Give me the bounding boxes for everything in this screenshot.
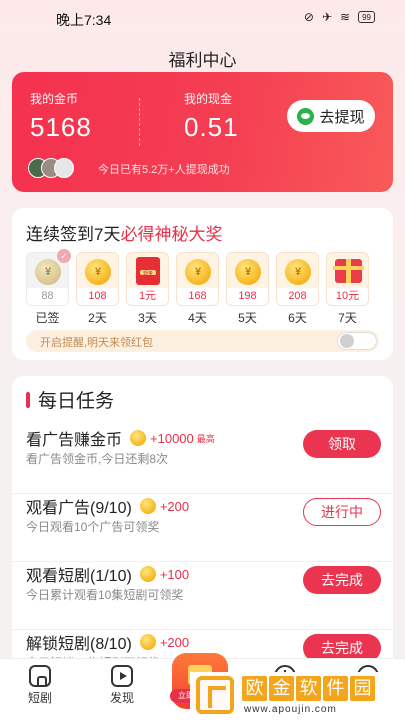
gift-box-icon	[333, 259, 364, 283]
mute-icon: ⊘	[303, 10, 314, 24]
daily-tasks-card: 每日任务 看广告赚金币 +10000 最高 看广告领金币,今日还剩8次 领取 观…	[12, 376, 393, 676]
nav-label: 短剧	[27, 691, 52, 705]
task-title: 观看广告(9/10)	[26, 500, 132, 517]
tasks-title: 每日任务	[38, 391, 115, 412]
coin-icon: ¥	[35, 259, 61, 285]
day-label: 3天	[138, 311, 157, 325]
coin-icon: ¥	[185, 259, 211, 285]
watermark: 欧 金 软 件 园 www.apoujin.com	[190, 672, 405, 720]
day-label: 7天	[338, 311, 357, 325]
claim-button[interactable]: 领取	[303, 430, 381, 458]
watermark-logo-icon	[196, 676, 234, 714]
day-label: 2天	[88, 311, 107, 325]
signin-day-6[interactable]: ¥ 208 6天	[276, 252, 319, 326]
avatar	[54, 158, 74, 178]
task-max-label: 最高	[196, 433, 215, 444]
day-amount: 198	[227, 288, 268, 305]
coins-value: 5168	[30, 112, 92, 142]
coin-card: 我的金币 5168 我的现金 0.51 去提现 今日已有5.2万+人提现成功	[12, 72, 393, 192]
day-amount: 108	[77, 288, 118, 305]
reminder-bar: 开启提醒,明天来领红包	[26, 330, 379, 352]
day-amount: 88	[27, 288, 68, 305]
nav-item-drama[interactable]: 短剧	[10, 665, 70, 706]
day-amount: 1元	[127, 288, 168, 305]
signin-title: 连续签到7天必得神秘大奖	[26, 220, 222, 245]
nav-label: 发现	[109, 691, 134, 705]
in-progress-button[interactable]: 进行中	[303, 498, 381, 526]
check-icon: ✓	[57, 249, 71, 263]
task-title: 解锁短剧(8/10)	[26, 636, 132, 653]
play-icon	[111, 665, 133, 687]
signin-title-highlight: 必得神秘大奖	[120, 225, 223, 244]
reminder-text: 开启提醒,明天来领红包	[40, 337, 154, 349]
day-label: 5天	[238, 311, 257, 325]
signin-day-3[interactable]: 现金 1元 3天	[126, 252, 169, 326]
red-envelope-icon: 现金	[136, 257, 160, 285]
signin-title-prefix: 连续签到7天	[26, 225, 121, 244]
wifi-icon: ≋	[340, 10, 351, 24]
coin-icon	[130, 430, 147, 446]
signin-card: 连续签到7天必得神秘大奖 ¥ ✓ 88 已签 ¥ 108 2天 现金 1元 3天…	[12, 208, 393, 360]
signin-day-4[interactable]: ¥ 168 4天	[176, 252, 219, 326]
avatar-group	[28, 158, 74, 178]
task-title: 观看短剧(1/10)	[26, 568, 132, 585]
page-title: 福利中心	[168, 51, 237, 70]
coin-icon	[139, 566, 156, 582]
signin-day-7[interactable]: 10元 7天	[326, 252, 369, 326]
cash-label: 我的现金	[184, 92, 233, 106]
status-icons: ⊘ ✈ ≋ 99	[304, 10, 375, 24]
status-bar: 晚上7:34 ⊘ ✈ ≋ 99	[0, 0, 405, 36]
day-label: 已签	[35, 311, 60, 325]
signin-days: ¥ ✓ 88 已签 ¥ 108 2天 现金 1元 3天 ¥ 168 4天 ¥ 1…	[26, 249, 369, 326]
cash-value: 0.51	[184, 112, 239, 142]
nav-item-discover[interactable]: 发现	[92, 665, 152, 706]
battery-icon: 99	[358, 11, 375, 23]
signin-day-2[interactable]: ¥ 108 2天	[76, 252, 119, 326]
success-note: 今日已有5.2万+人提现成功	[98, 164, 230, 176]
coin-icon: ¥	[285, 259, 311, 285]
signin-day-1[interactable]: ¥ ✓ 88 已签	[26, 249, 71, 326]
withdraw-button[interactable]: 去提现	[287, 100, 375, 132]
status-time: 晚上7:34	[56, 12, 112, 28]
task-subtitle: 看广告领金币,今日还剩8次	[26, 452, 169, 466]
reminder-toggle[interactable]	[337, 332, 377, 350]
watermark-text: 欧 金 软 件 园	[242, 676, 375, 701]
signin-day-5[interactable]: ¥ 198 5天	[226, 252, 269, 326]
coin-icon: ¥	[235, 259, 261, 285]
task-reward: +10000	[150, 430, 194, 446]
day-label: 6天	[288, 311, 307, 325]
task-item: 观看短剧(1/10) +100 今日累计观看10集短剧可领奖 去完成	[12, 562, 393, 630]
watermark-url: www.apoujin.com	[244, 704, 337, 715]
coin-icon	[139, 634, 156, 650]
envelope-text: 现金	[142, 271, 153, 277]
task-subtitle: 今日累计观看10集短剧可领奖	[26, 588, 184, 602]
task-reward: +200	[159, 634, 190, 650]
coin-icon: ¥	[85, 259, 111, 285]
day-amount: 10元	[327, 288, 368, 305]
task-reward: +200	[159, 498, 190, 514]
tasks-header: 每日任务	[26, 386, 114, 413]
go-complete-button[interactable]: 去完成	[303, 566, 381, 594]
task-item: 观看广告(9/10) +200 今日观看10个广告可领奖 进行中	[12, 494, 393, 562]
withdraw-label: 去提现	[319, 108, 365, 126]
task-subtitle: 今日观看10个广告可领奖	[26, 520, 160, 534]
day-amount: 208	[277, 288, 318, 305]
home-icon	[29, 665, 51, 687]
coin-icon	[139, 498, 156, 514]
divider	[139, 98, 140, 146]
day-label: 4天	[188, 311, 207, 325]
task-item: 看广告赚金币 +10000 最高 看广告领金币,今日还剩8次 领取	[12, 426, 393, 494]
wechat-icon	[297, 107, 315, 125]
day-amount: 168	[177, 288, 218, 305]
header-accent-bar	[26, 391, 30, 408]
airplane-icon: ✈	[321, 10, 333, 24]
task-reward: +100	[159, 566, 190, 582]
coins-label: 我的金币	[30, 92, 79, 106]
task-title: 看广告赚金币	[26, 432, 123, 449]
